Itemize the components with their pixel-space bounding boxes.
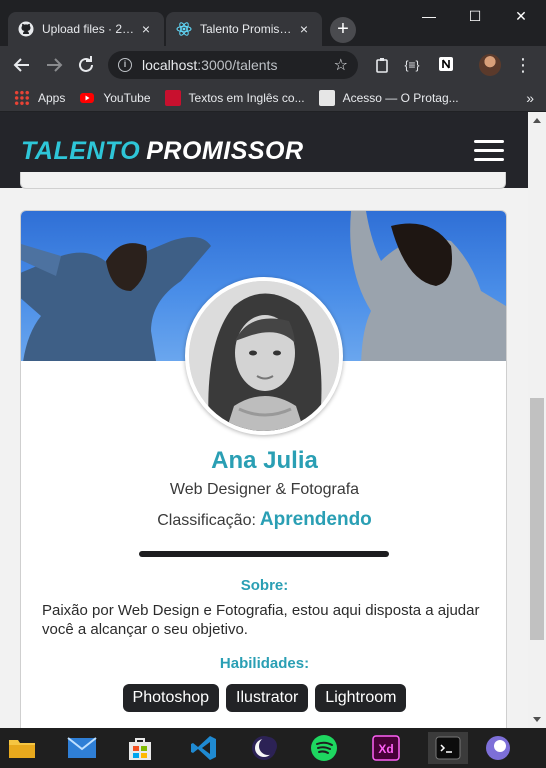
- back-arrow-icon[interactable]: [10, 53, 34, 77]
- extension-json-icon[interactable]: {≡}: [402, 55, 422, 75]
- close-tab-icon[interactable]: ×: [296, 21, 312, 37]
- browser-toolbar: i localhost :3000/talents ☆ {≡} ⋮: [0, 46, 546, 84]
- bookmark-label: Acesso — O Protag...: [342, 90, 459, 105]
- talent-name: Ana Julia: [211, 447, 318, 474]
- tab-title: Upload files · 23jo: [42, 22, 138, 36]
- url-path: :3000/talents: [197, 57, 278, 73]
- skills-title: Habilidades:: [219, 655, 310, 672]
- bookmark-label: Textos em Inglês co...: [188, 90, 305, 105]
- brand-logo[interactable]: TALENTO PROMISSOR: [21, 137, 304, 166]
- aig-icon: [164, 89, 181, 106]
- brand-second-word: PROMISSOR: [146, 137, 304, 165]
- notion-icon[interactable]: [436, 55, 456, 75]
- xd-icon[interactable]: Xd: [366, 732, 406, 764]
- page-scrollbar[interactable]: [528, 112, 546, 728]
- mail-icon[interactable]: [62, 732, 102, 764]
- profile-photo: [185, 277, 343, 435]
- tab-title: Talento Promissor: [200, 22, 296, 36]
- bookmark-youtube[interactable]: YouTube: [79, 90, 151, 106]
- tab-upload-files[interactable]: Upload files · 23jo ×: [8, 12, 164, 46]
- file-explorer-icon[interactable]: [2, 732, 42, 764]
- tab-talento-promissor[interactable]: Talento Promissor ×: [166, 12, 322, 46]
- svg-text:Xd: Xd: [378, 742, 393, 756]
- bookmark-star-icon[interactable]: ☆: [334, 55, 348, 75]
- scroll-down-arrow-icon[interactable]: [533, 717, 541, 722]
- brand-first-word: TALENTO: [21, 137, 141, 165]
- youtube-icon: [79, 90, 95, 106]
- site-info-icon[interactable]: i: [118, 58, 132, 72]
- new-tab-button[interactable]: +: [330, 17, 356, 43]
- insomnia-icon[interactable]: [478, 732, 518, 764]
- close-tab-icon[interactable]: ×: [138, 21, 154, 37]
- menu-dots-icon[interactable]: ⋮: [511, 53, 535, 77]
- bookmark-label: YouTube: [103, 90, 151, 105]
- browser-titlebar: Upload files · 23jo × Talento Promissor …: [0, 0, 546, 46]
- reload-icon[interactable]: [74, 53, 98, 77]
- store-icon[interactable]: [120, 732, 160, 764]
- scroll-thumb[interactable]: [530, 398, 544, 640]
- section-divider: [139, 551, 389, 557]
- vscode-icon[interactable]: [184, 732, 224, 764]
- previous-card-edge: [20, 172, 506, 189]
- page-viewport: TALENTO PROMISSOR Ana Julia Web Designer…: [0, 112, 546, 728]
- skill-chip: Lightroom: [315, 684, 407, 712]
- bookmark-apps[interactable]: Apps: [14, 89, 66, 106]
- eclipse-icon[interactable]: [244, 732, 284, 764]
- bookmark-icon: [318, 89, 335, 106]
- scroll-up-arrow-icon[interactable]: [533, 118, 541, 123]
- react-icon: [176, 21, 192, 37]
- close-window-button[interactable]: ✕: [498, 4, 544, 28]
- bookmark-label: Apps: [38, 90, 66, 105]
- os-taskbar: Xd: [0, 728, 546, 768]
- extension-clipboard-icon[interactable]: [372, 55, 392, 75]
- maximize-button[interactable]: ☐: [452, 4, 498, 28]
- forward-arrow-icon[interactable]: [42, 53, 66, 77]
- bookmark-acesso[interactable]: Acesso — O Protag...: [318, 89, 459, 106]
- apps-grid-icon: [14, 89, 30, 106]
- address-bar[interactable]: i localhost :3000/talents ☆: [108, 51, 358, 79]
- skills-list: Photoshop Ilustrator Lightroom: [21, 684, 506, 712]
- profile-avatar[interactable]: [479, 54, 501, 76]
- talent-card: Ana Julia Web Designer & Fotografa Class…: [20, 210, 507, 728]
- skill-chip: Ilustrator: [226, 684, 309, 712]
- more-bookmarks-icon[interactable]: »: [526, 90, 534, 106]
- terminal-icon[interactable]: [428, 732, 468, 764]
- talent-rating: Classificação: Aprendendo: [21, 509, 506, 531]
- rating-label: Classificação:: [157, 512, 256, 529]
- spotify-icon[interactable]: [304, 732, 344, 764]
- rating-value: Aprendendo: [259, 509, 372, 530]
- about-title: Sobre:: [240, 577, 289, 594]
- about-text: Paixão por Web Design e Fotografia, esto…: [42, 602, 480, 638]
- minimize-button[interactable]: —: [406, 4, 452, 28]
- bookmark-textos[interactable]: Textos em Inglês co...: [164, 89, 305, 106]
- talent-role: Web Designer & Fotografa: [169, 481, 360, 498]
- github-icon: [18, 21, 34, 37]
- banner-person-right: [350, 211, 506, 361]
- url-host: localhost: [142, 57, 198, 73]
- hamburger-menu-icon[interactable]: [474, 140, 504, 162]
- skill-chip: Photoshop: [122, 684, 220, 712]
- bookmarks-bar: Apps YouTube Textos em Inglês co... Aces…: [0, 84, 546, 112]
